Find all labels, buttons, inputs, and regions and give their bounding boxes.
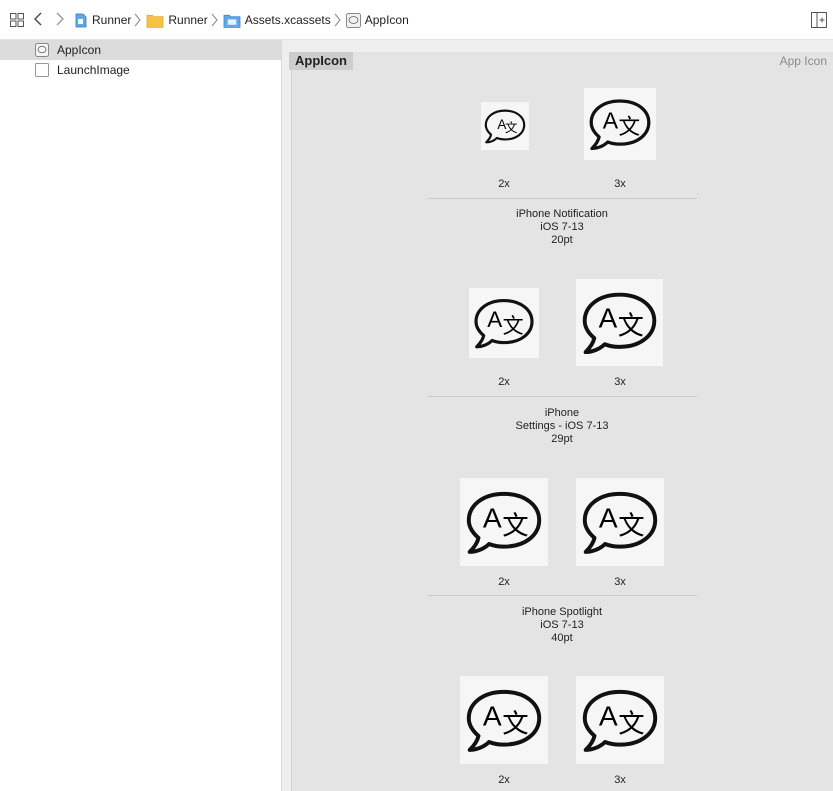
asset-name-tag[interactable]: AppIcon [289, 52, 353, 70]
related-items-grid-icon[interactable] [10, 13, 24, 27]
scale-label-3x: 3x [614, 774, 626, 786]
scale-label-3x: 3x [614, 376, 626, 388]
scale-label-3x: 3x [614, 178, 626, 190]
icon-slot-settings-3x[interactable]: A 文 [576, 279, 663, 366]
group-divider [427, 198, 697, 199]
image-set-icon [35, 63, 49, 77]
asset-list-sidebar: AppIcon LaunchImage [0, 40, 282, 791]
svg-text:文: 文 [618, 708, 644, 739]
svg-text:文: 文 [505, 120, 518, 135]
icon-slot-settings-2x[interactable]: A 文 [469, 288, 539, 358]
asset-catalog-icon [223, 14, 241, 28]
icon-slot-spotlight-2x[interactable]: A 文 [460, 478, 548, 566]
svg-text:A: A [599, 502, 618, 533]
svg-text:A: A [483, 502, 502, 533]
svg-text:A: A [487, 307, 502, 332]
group-caption-notification: iPhone Notification iOS 7-13 20pt [516, 208, 608, 246]
app-icon-set-icon [35, 43, 49, 57]
sidebar-item-label: AppIcon [57, 43, 102, 57]
group-caption-settings: iPhone Settings - iOS 7-13 29pt [515, 407, 609, 445]
svg-text:A: A [483, 700, 502, 731]
scale-label-3x: 3x [614, 576, 626, 588]
chevron-right-icon [134, 13, 142, 27]
forward-arrow-icon[interactable] [55, 11, 65, 27]
svg-text:文: 文 [502, 510, 528, 541]
svg-text:文: 文 [503, 314, 524, 338]
sidebar-item-label: LaunchImage [57, 63, 130, 77]
icon-slot-notification-3x[interactable]: A 文 [584, 88, 656, 160]
scale-label-2x: 2x [498, 774, 510, 786]
svg-text:A: A [599, 303, 618, 334]
breadcrumb-assets-catalog[interactable]: Assets.xcassets [223, 13, 331, 28]
group-caption-spotlight: iPhone Spotlight iOS 7-13 40pt [521, 606, 603, 644]
svg-text:A: A [603, 107, 619, 133]
scale-label-2x: 2x [498, 376, 510, 388]
sidebar-item-launchimage[interactable]: LaunchImage [0, 60, 281, 80]
group-divider [427, 595, 697, 596]
svg-text:A: A [599, 700, 618, 731]
back-arrow-icon[interactable] [33, 11, 43, 27]
breadcrumb-runner-folder[interactable]: Runner [146, 13, 208, 28]
breadcrumb-runner-project[interactable]: Runner [73, 13, 131, 28]
folder-icon [147, 14, 164, 28]
project-file-icon [75, 13, 87, 27]
icon-slot-spotlight-3x[interactable]: A 文 [576, 478, 664, 566]
svg-text:文: 文 [618, 510, 644, 541]
icon-slot-app-3x[interactable]: A 文 [576, 676, 664, 764]
group-divider [427, 396, 697, 397]
app-icon-set-icon [345, 12, 361, 28]
scale-label-2x: 2x [498, 576, 510, 588]
chevron-right-icon [211, 13, 218, 27]
icon-slot-app-2x[interactable]: A 文 [460, 676, 548, 764]
chevron-right-icon [334, 13, 341, 27]
svg-text:文: 文 [502, 708, 528, 739]
icon-slot-notification-2x[interactable]: A 文 [481, 102, 529, 150]
breadcrumb-appicon[interactable]: AppIcon [345, 12, 409, 28]
add-editor-panel-icon[interactable] [811, 12, 827, 28]
svg-text:文: 文 [618, 312, 644, 342]
sidebar-item-appicon[interactable]: AppIcon [0, 40, 281, 60]
breadcrumb: Runner Runner Assets.xcassets AppIcon [73, 0, 409, 40]
svg-text:文: 文 [619, 115, 641, 140]
asset-type-label: App Icon [779, 54, 827, 68]
jump-bar: Runner Runner Assets.xcassets AppIcon [0, 0, 833, 40]
scale-label-2x: 2x [498, 178, 510, 190]
